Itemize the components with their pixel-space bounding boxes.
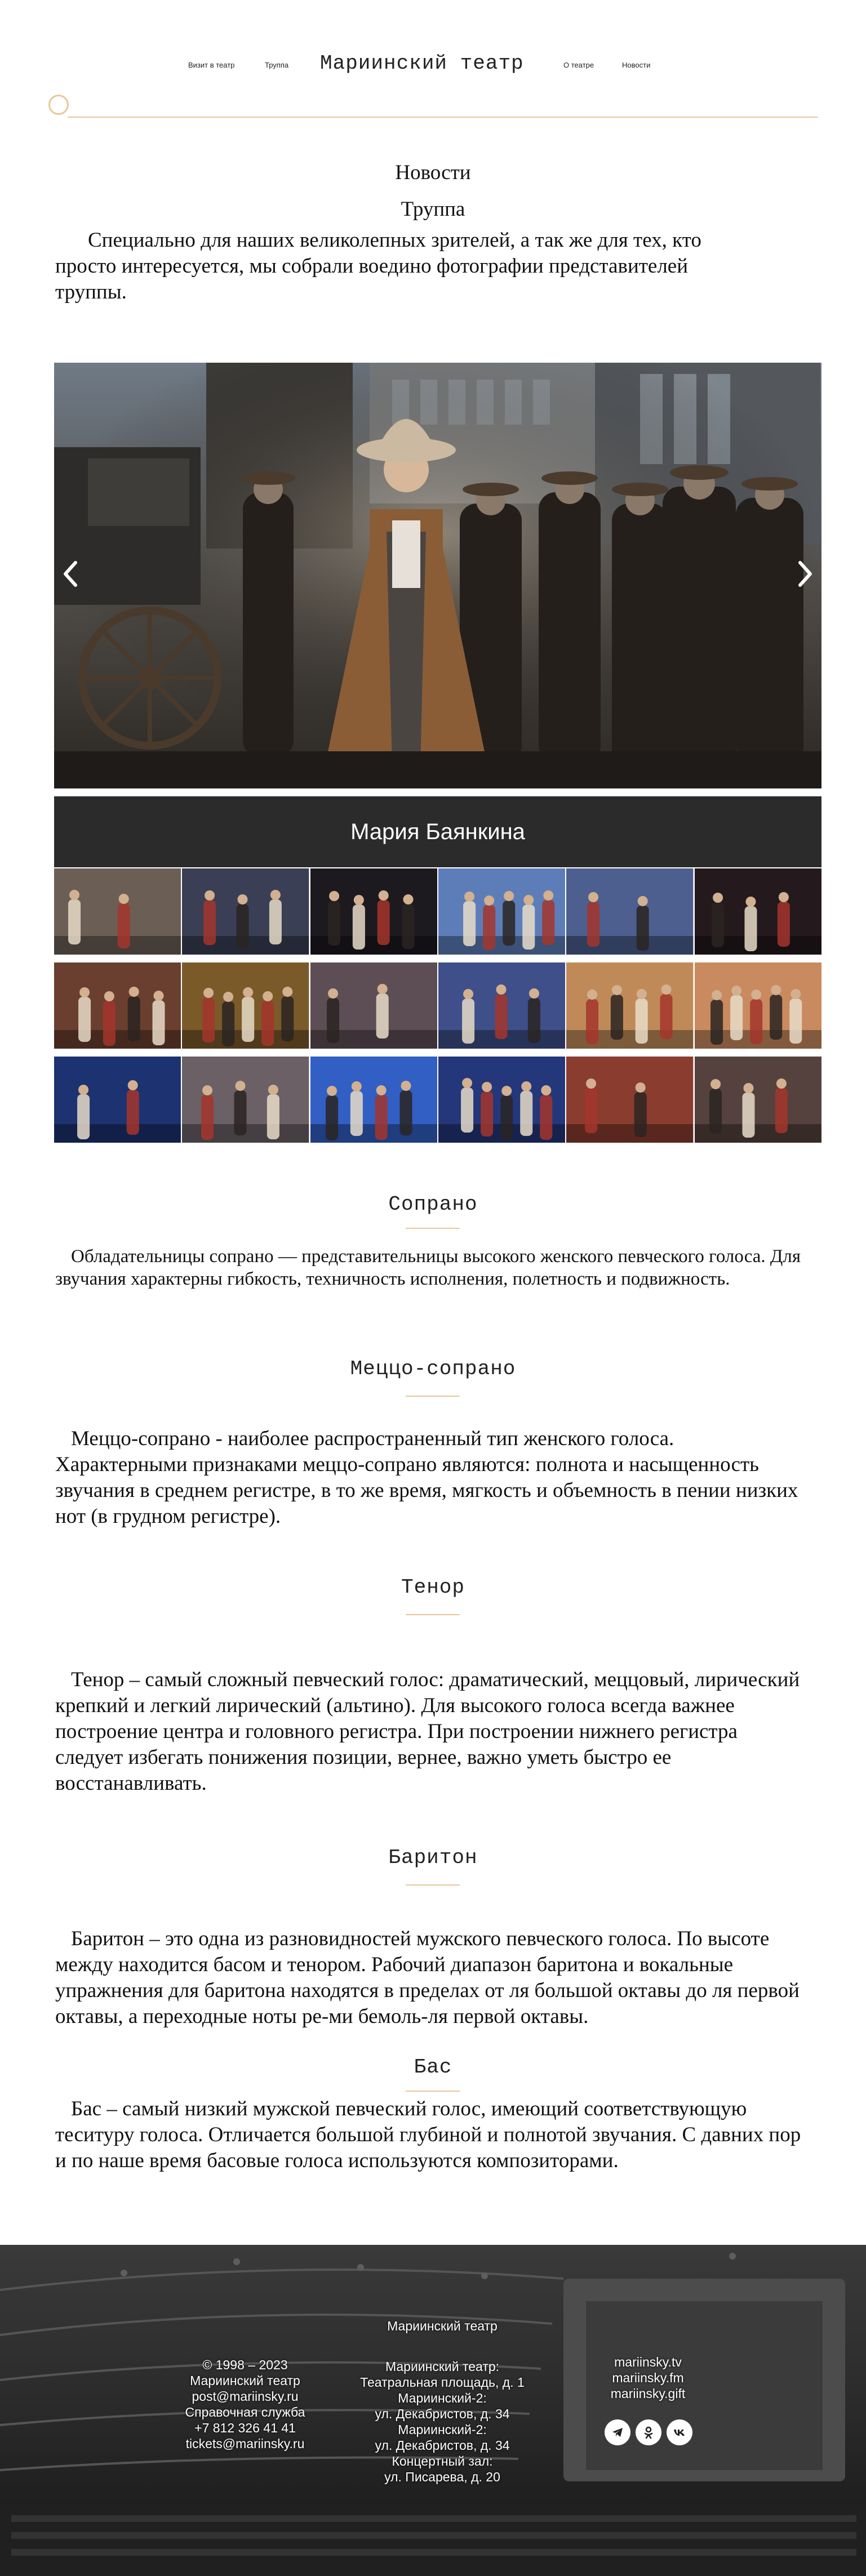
thumbnail-image <box>694 1057 821 1143</box>
thumbnail-image <box>54 868 181 955</box>
section-underline <box>406 1614 460 1615</box>
slider-prev-button[interactable] <box>57 554 86 594</box>
thumbnail-photo[interactable] <box>566 1057 694 1143</box>
copyright: © 1998 – 2023 <box>202 2357 288 2372</box>
section-title-soprano: Сопрано <box>388 1193 478 1216</box>
address-line: ул. Писарева, д. 20 <box>384 2470 500 2484</box>
thumbnail-image <box>182 1057 309 1143</box>
section-underline <box>406 1228 460 1229</box>
footer-link-fm[interactable]: mariinsky.fm <box>592 2370 704 2386</box>
address-line: Мариинский-2: <box>398 2391 487 2405</box>
intro-paragraph: Специально для наших великолепных зрител… <box>55 229 701 304</box>
footer-addresses: Мариинский театр Мариинский театр: Театр… <box>349 2318 535 2485</box>
thumbnail-photo[interactable] <box>438 1057 566 1143</box>
thumbnail-image <box>438 868 566 955</box>
thumbnail-photo[interactable] <box>694 962 821 1049</box>
address-line: Концертный зал: <box>392 2454 493 2468</box>
address-line: ул. Декабристов, д. 34 <box>375 2406 510 2421</box>
section-title-bass: Бас <box>414 2056 452 2079</box>
nav-link-about[interactable]: О театре <box>563 61 594 69</box>
thumbnail-image <box>54 962 181 1049</box>
thumbnail-photo[interactable] <box>566 962 694 1049</box>
thumbnail-image <box>694 962 821 1049</box>
thumbnail-photo[interactable] <box>310 962 437 1049</box>
footer-link-tv[interactable]: mariinsky.tv <box>592 2354 704 2370</box>
nav-link-visit[interactable]: Визит в театр <box>188 61 234 69</box>
thumbnail-photo[interactable] <box>694 868 821 955</box>
slider-photo <box>54 363 821 788</box>
chevron-left-icon <box>64 561 77 587</box>
thumbnail-photo[interactable] <box>438 962 566 1049</box>
section-text-bass: Бас – самый низкий мужской певческий гол… <box>55 2097 801 2172</box>
thumbnail-image <box>182 962 309 1049</box>
section-text-mezzo: Меццо-сопрано - наиболее распространенны… <box>55 1427 798 1528</box>
thumbnail-photo[interactable] <box>182 868 309 955</box>
odnoklassniki-icon <box>644 2426 653 2439</box>
vk-icon <box>674 2430 685 2436</box>
thumbnail-image <box>182 868 309 955</box>
thumbnail-photo[interactable] <box>54 868 181 955</box>
address-line: Мариинский-2: <box>398 2422 487 2437</box>
odnoklassniki-button[interactable] <box>636 2419 661 2445</box>
thumbnail-photo[interactable] <box>438 868 566 955</box>
address-line: Мариинский театр: <box>385 2359 500 2374</box>
thumbnail-photo[interactable] <box>566 868 694 955</box>
section-title-mezzo: Меццо-сопрано <box>350 1357 516 1380</box>
thumbnail-photo[interactable] <box>54 1057 181 1143</box>
footer-email-link[interactable]: post@mariinsky.ru <box>163 2388 327 2404</box>
thumbnail-image <box>566 962 694 1049</box>
photo-slider[interactable] <box>54 363 821 788</box>
footer-tickets-email-link[interactable]: tickets@mariinsky.ru <box>163 2436 327 2452</box>
nav-link-troupe[interactable]: Труппа <box>265 61 288 69</box>
thumbnail-grid <box>54 868 821 1143</box>
chevron-right-icon <box>798 561 812 587</box>
slider-caption-bar: Мария Баянкина <box>54 796 821 867</box>
vk-button[interactable] <box>667 2419 692 2445</box>
thumbnail-image <box>438 1057 566 1143</box>
address-line: Театральная площадь, д. 1 <box>360 2375 525 2390</box>
telegram-icon <box>612 2428 623 2437</box>
slider-next-button[interactable] <box>790 554 818 594</box>
thumbnail-image <box>310 1057 437 1143</box>
telegram-button[interactable] <box>605 2419 630 2445</box>
thumbnail-image <box>694 868 821 955</box>
section-text-soprano: Обладательницы сопрано — представительни… <box>55 1246 801 1289</box>
footer-phone-link[interactable]: +7 812 326 41 41 <box>163 2420 327 2436</box>
thumbnail-photo[interactable] <box>182 1057 309 1143</box>
footer-links: mariinsky.tv mariinsky.fm mariinsky.gift <box>592 2354 704 2401</box>
footer-link-gift[interactable]: mariinsky.gift <box>592 2386 704 2401</box>
section-underline <box>406 1396 460 1397</box>
section-title-tenor: Тенор <box>401 1576 465 1599</box>
thumbnail-image <box>54 1057 181 1143</box>
thumbnail-photo[interactable] <box>310 868 437 955</box>
address-line: ул. Декабристов, д. 34 <box>375 2438 510 2453</box>
section-underline <box>406 2091 460 2092</box>
thumbnail-image <box>566 868 694 955</box>
section-text-baritone: Баритон – это одна из разновидностей муж… <box>55 1927 800 2028</box>
nav-link-news[interactable]: Новости <box>622 61 650 69</box>
section-underline <box>406 1884 460 1886</box>
section-title-baritone: Баритон <box>388 1846 478 1869</box>
footer-middle-title: Мариинский театр <box>387 2319 498 2333</box>
footer-org-name: Мариинский театр <box>190 2373 300 2388</box>
site-header: Визит в театр Труппа Мариинский театр О … <box>0 0 866 130</box>
thumbnail-photo[interactable] <box>182 962 309 1049</box>
circle-ornament-icon <box>48 95 69 115</box>
footer-contacts: © 1998 – 2023 Мариинский театр post@mari… <box>163 2357 327 2452</box>
performer-name: Мария Баянкина <box>350 819 525 844</box>
site-title[interactable]: Мариинский театр <box>320 52 524 75</box>
news-heading: Новости <box>395 161 471 184</box>
thumbnail-image <box>310 868 437 955</box>
thumbnail-photo[interactable] <box>54 962 181 1049</box>
section-text-tenor: Тенор – самый сложный певческий голос: д… <box>55 1668 800 1795</box>
thumbnail-image <box>438 962 566 1049</box>
thumbnail-image <box>566 1057 694 1143</box>
thumbnail-image <box>310 962 437 1049</box>
troupe-heading: Труппа <box>401 198 465 221</box>
thumbnail-photo[interactable] <box>694 1057 821 1143</box>
header-divider <box>68 117 818 118</box>
help-label: Справочная служба <box>185 2405 305 2419</box>
thumbnail-photo[interactable] <box>310 1057 437 1143</box>
